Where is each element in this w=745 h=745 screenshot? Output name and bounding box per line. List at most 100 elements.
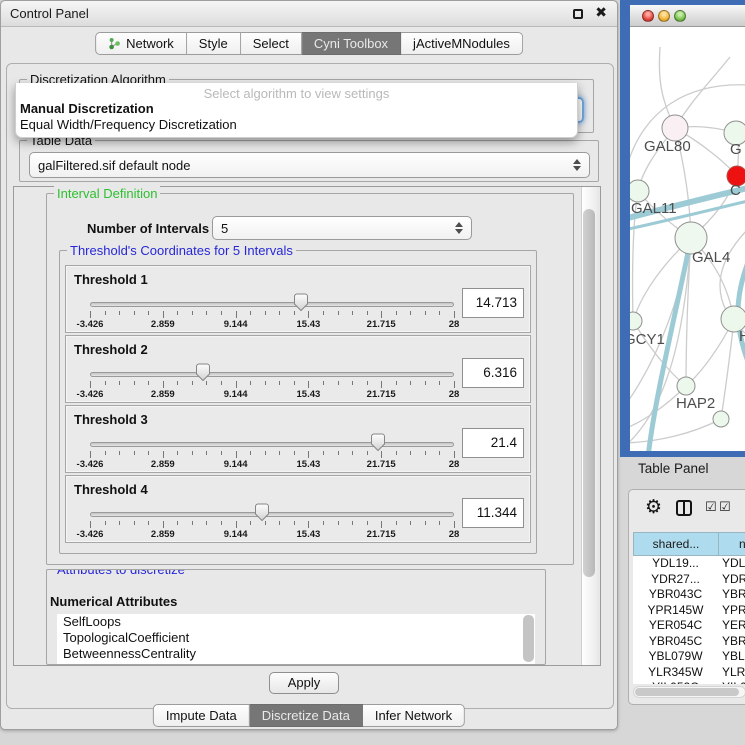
spinner-arrows-icon	[455, 222, 463, 234]
table-cell[interactable]: YBR045C	[633, 634, 718, 650]
close-traffic-light-icon[interactable]	[642, 10, 654, 22]
column-header-name[interactable]: n	[718, 532, 745, 556]
table-cell[interactable]: YDL1	[718, 556, 745, 572]
node-small[interactable]	[713, 411, 729, 427]
apply-button[interactable]: Apply	[269, 672, 339, 694]
network-canvas[interactable]: GAL80 G C GAL11 GAL4 GCY1 H HAP2	[630, 27, 745, 451]
threshold-value-field[interactable]: 11.344	[462, 498, 524, 528]
table-cell[interactable]: YDR2	[718, 572, 745, 588]
threshold-label: Threshold 1	[74, 272, 148, 287]
float-window-icon[interactable]	[573, 9, 583, 19]
table-data-combobox[interactable]: galFiltered.sif default node	[29, 152, 590, 178]
column-header-shared-name[interactable]: shared...	[633, 532, 718, 556]
tick-mark	[192, 521, 193, 525]
zoom-traffic-light-icon[interactable]	[674, 10, 686, 22]
minimize-traffic-light-icon[interactable]	[658, 10, 670, 22]
slider-thumb[interactable]	[195, 363, 211, 382]
num-intervals-spinner[interactable]: 5	[212, 216, 472, 240]
tab-style[interactable]: Style	[187, 32, 241, 55]
table-cell[interactable]: YBR0	[718, 634, 745, 650]
vertical-scrollbar-thumb[interactable]	[583, 209, 595, 577]
scale-label: 28	[449, 459, 460, 470]
table-cell[interactable]: YIL052C	[633, 680, 718, 684]
dropdown-option-equal-width-frequency[interactable]: Equal Width/Frequency Discretization	[16, 117, 577, 133]
close-icon[interactable]: ✖	[595, 5, 607, 21]
table-cell[interactable]: YBL079W	[633, 649, 718, 665]
dropdown-option-manual-discretization[interactable]: Manual Discretization	[16, 101, 577, 117]
node-hap2[interactable]	[677, 377, 695, 395]
slider-track[interactable]	[90, 372, 454, 377]
table-cell[interactable]: YPR1	[718, 603, 745, 619]
table-row[interactable]: YBL079WYBL0	[633, 649, 745, 665]
tab-discretize-data[interactable]: Discretize Data	[250, 704, 363, 727]
table-row[interactable]: YDL19...YDL1	[633, 556, 745, 572]
list-scrollbar-thumb[interactable]	[523, 615, 534, 662]
network-graph: GAL80 G C GAL11 GAL4 GCY1 H HAP2	[630, 27, 745, 451]
table-cell[interactable]: YER0	[718, 618, 745, 634]
slider-track[interactable]	[90, 512, 454, 517]
tick-mark	[367, 521, 368, 525]
table-cell[interactable]: YBL0	[718, 649, 745, 665]
horizontal-scrollbar-thumb[interactable]	[635, 688, 739, 696]
numerical-attributes-list[interactable]: SelfLoopsTopologicalCoefficientBetweenne…	[57, 614, 535, 664]
node-gal11[interactable]	[630, 180, 649, 202]
table-cell[interactable]: YLR345W	[633, 665, 718, 681]
slider-thumb[interactable]	[254, 503, 270, 522]
tab-select[interactable]: Select	[241, 32, 302, 55]
table-cell[interactable]: YDR27...	[633, 572, 718, 588]
tab-impute-data[interactable]: Impute Data	[153, 704, 250, 727]
table-row[interactable]: YBR045CYBR0	[633, 634, 745, 650]
checkbox-icon[interactable]: ☑	[719, 500, 731, 515]
tick-mark	[367, 451, 368, 455]
table-cell[interactable]: YER054C	[633, 618, 718, 634]
tab-jactivemnodules[interactable]: jActiveMNodules	[401, 32, 523, 55]
attribute-item[interactable]: BetweennessCentrality	[57, 646, 535, 662]
table-row[interactable]: YPR145WYPR1	[633, 603, 745, 619]
table-cell[interactable]: YBR043C	[633, 587, 718, 603]
tab-network[interactable]: Network	[95, 32, 187, 55]
slider-track[interactable]	[90, 302, 454, 307]
tab-infer-network[interactable]: Infer Network	[363, 704, 465, 727]
checkbox-icon[interactable]: ☑	[705, 500, 717, 515]
scale-label: 28	[449, 389, 460, 400]
table-cell[interactable]: YDL19...	[633, 556, 718, 572]
tick-mark	[221, 381, 222, 385]
numerical-attributes-heading: Numerical Attributes	[50, 594, 177, 609]
control-panel-titlebar[interactable]: Control Panel ✖	[1, 1, 617, 27]
network-window-titlebar[interactable]	[630, 5, 745, 27]
node-gcy1[interactable]	[630, 312, 642, 330]
table-header-row: shared... n	[633, 532, 745, 556]
tick-mark	[90, 451, 91, 458]
scale-label: 28	[449, 529, 460, 540]
tick-mark	[236, 311, 237, 318]
table-row[interactable]: YLR345WYLR3	[633, 665, 745, 681]
tick-mark	[250, 381, 251, 385]
threshold-value-field[interactable]: 14.713	[462, 288, 524, 318]
attribute-item[interactable]: TopologicalCoefficient	[57, 630, 535, 646]
threshold-value-field[interactable]: 6.316	[462, 358, 524, 388]
table-row[interactable]: YER054CYER0	[633, 618, 745, 634]
tick-mark	[279, 311, 280, 315]
table-rows[interactable]: YDL19...YDL1YDR27...YDR2YBR043CYBR0YPR14…	[633, 556, 745, 684]
scale-label: 15.43	[297, 389, 321, 400]
table-cell[interactable]: YPR145W	[633, 603, 718, 619]
table-cell[interactable]: YIL0	[718, 680, 745, 684]
split-columns-icon[interactable]	[676, 500, 692, 516]
threshold-value-field[interactable]: 21.4	[462, 428, 524, 458]
tick-mark	[250, 311, 251, 315]
horizontal-scrollbar-track[interactable]	[633, 686, 745, 698]
tick-mark	[119, 311, 120, 315]
attribute-item[interactable]: SelfLoops	[57, 614, 535, 630]
tick-mark	[177, 451, 178, 455]
table-cell[interactable]: YBR0	[718, 587, 745, 603]
table-row[interactable]: YDR27...YDR2	[633, 572, 745, 588]
slider-thumb[interactable]	[293, 293, 309, 312]
table-cell[interactable]: YLR3	[718, 665, 745, 681]
table-row[interactable]: YIL052CYIL0	[633, 680, 745, 684]
slider-track[interactable]	[90, 442, 454, 447]
slider-thumb[interactable]	[370, 433, 386, 452]
tab-cyni-toolbox[interactable]: Cyni Toolbox	[302, 32, 401, 55]
tick-mark	[279, 521, 280, 525]
table-row[interactable]: YBR043CYBR0	[633, 587, 745, 603]
gear-icon[interactable]: ⚙	[645, 496, 662, 518]
